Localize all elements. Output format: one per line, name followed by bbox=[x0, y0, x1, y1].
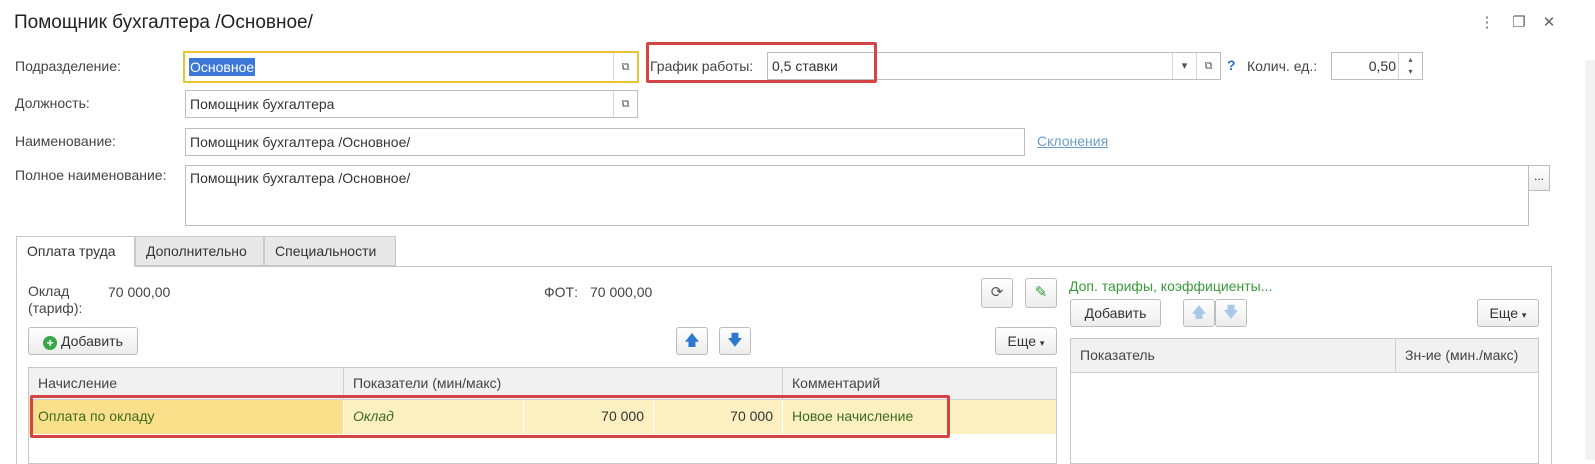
division-value: Основное bbox=[189, 58, 256, 76]
close-icon[interactable]: ✕ bbox=[1540, 14, 1558, 32]
stepper-arrows-icon[interactable]: ▴ ▾ bbox=[1398, 53, 1422, 79]
open-icon[interactable]: ⧉ bbox=[613, 53, 637, 81]
name-label: Наименование: bbox=[15, 133, 116, 149]
full-name-textarea[interactable]: Помощник бухгалтера /Основное/ bbox=[185, 165, 1529, 226]
move-down-icon[interactable]: 🡇 bbox=[719, 327, 751, 355]
oklad-label-line1: Оклад bbox=[28, 283, 70, 299]
chevron-down-icon: ▾ bbox=[1521, 310, 1527, 320]
help-icon[interactable]: ? bbox=[1227, 57, 1236, 73]
position-label: Должность: bbox=[15, 95, 90, 111]
refresh-icon[interactable]: ⟳ bbox=[981, 278, 1013, 308]
oklad-label: Оклад (тариф): bbox=[28, 283, 82, 317]
tariffs-table-header: Показатель Зн-ие (мин./макс) bbox=[1071, 339, 1538, 373]
more-label: Еще bbox=[1007, 333, 1037, 349]
restore-window-icon[interactable]: ❐ bbox=[1510, 14, 1528, 32]
full-name-ellipsis-button[interactable]: ... bbox=[1528, 165, 1550, 191]
more-vertical-icon[interactable]: ⋮ bbox=[1478, 14, 1496, 32]
more-button-right[interactable]: Еще ▾ bbox=[1477, 299, 1539, 327]
name-value: Помощник бухгалтера /Основное/ bbox=[190, 134, 411, 150]
extra-tariffs-title: Доп. тарифы, коэффициенты... bbox=[1069, 278, 1273, 294]
name-field[interactable]: Помощник бухгалтера /Основное/ bbox=[185, 128, 1025, 156]
full-name-value: Помощник бухгалтера /Основное/ bbox=[190, 170, 411, 186]
scrollbar[interactable] bbox=[1585, 60, 1595, 460]
tab-payment[interactable]: Оплата труда bbox=[16, 236, 135, 267]
full-name-label: Полное наименование: bbox=[15, 167, 167, 183]
add-accrual-label: Добавить bbox=[61, 333, 123, 349]
fot-value: 70 000,00 bbox=[590, 284, 653, 300]
chevron-down-icon: ▾ bbox=[1039, 338, 1045, 348]
column-header-value[interactable]: Зн-ие (мин./макс) bbox=[1395, 339, 1540, 372]
more-button[interactable]: Еще ▾ bbox=[995, 327, 1057, 355]
column-header-indicator[interactable]: Показатель bbox=[1071, 339, 1395, 372]
tab-specialties[interactable]: Специальности bbox=[264, 236, 396, 266]
position-value: Помощник бухгалтера bbox=[190, 96, 335, 112]
tariffs-table: Показатель Зн-ие (мин./макс) bbox=[1070, 338, 1539, 464]
quantity-stepper[interactable]: 0,50 ▴ ▾ bbox=[1331, 52, 1423, 80]
quantity-label: Колич. ед.: bbox=[1247, 58, 1318, 74]
row-highlight bbox=[30, 395, 950, 438]
pencil-icon[interactable]: ✎ bbox=[1025, 278, 1057, 308]
window-title: Помощник бухгалтера /Основное/ bbox=[14, 12, 313, 33]
division-field[interactable]: Основное ⧉ bbox=[183, 51, 639, 83]
add-tariff-button[interactable]: Добавить bbox=[1070, 299, 1161, 327]
move-up-icon[interactable]: 🡅 bbox=[1183, 299, 1215, 327]
quantity-value: 0,50 bbox=[1368, 58, 1396, 74]
move-down-icon[interactable]: 🡇 bbox=[1215, 299, 1247, 327]
schedule-highlight bbox=[646, 42, 877, 83]
add-accrual-button[interactable]: + Добавить bbox=[28, 327, 138, 355]
more-label-right: Еще bbox=[1489, 305, 1519, 321]
move-up-icon[interactable]: 🡅 bbox=[676, 327, 708, 355]
declension-link[interactable]: Склонения bbox=[1037, 133, 1108, 149]
tab-additional[interactable]: Дополнительно bbox=[135, 236, 264, 266]
oklad-value: 70 000,00 bbox=[108, 284, 171, 300]
fot-label: ФОТ: bbox=[544, 284, 578, 300]
open-icon[interactable]: ⧉ bbox=[1196, 53, 1220, 79]
plus-circle-icon: + bbox=[43, 336, 58, 350]
position-field[interactable]: Помощник бухгалтера ⧉ bbox=[185, 90, 638, 118]
division-label: Подразделение: bbox=[15, 58, 121, 74]
chevron-down-icon[interactable]: ▾ bbox=[1172, 53, 1196, 79]
oklad-label-line2: (тариф): bbox=[28, 300, 83, 316]
open-icon[interactable]: ⧉ bbox=[613, 91, 637, 117]
